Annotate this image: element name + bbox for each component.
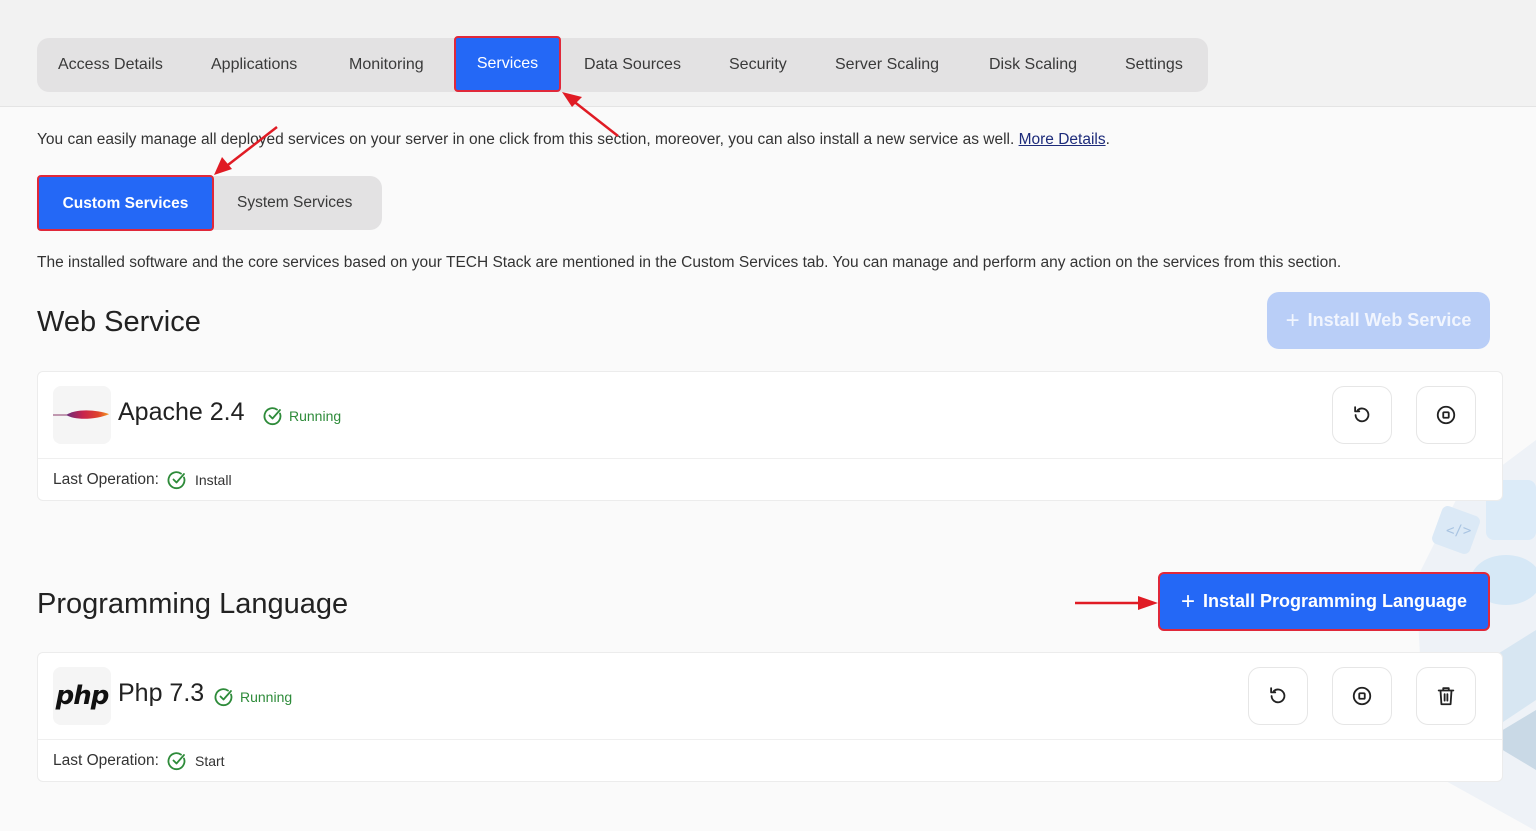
service-name: Apache 2.4 — [118, 398, 245, 426]
tab-security[interactable]: Security — [729, 38, 787, 92]
trash-icon — [1437, 687, 1455, 706]
tab-services[interactable]: Services — [454, 36, 561, 92]
check-circle-icon — [167, 751, 186, 770]
tab-access-details[interactable]: Access Details — [58, 38, 163, 92]
plus-icon: + — [1180, 587, 1195, 615]
stop-circle-icon — [1352, 686, 1372, 706]
tab-server-scaling[interactable]: Server Scaling — [835, 38, 939, 92]
top-bar: Access Details Applications Monitoring S… — [0, 0, 1536, 107]
custom-services-description: The installed software and the core serv… — [37, 254, 1342, 271]
intro-text: You can easily manage all deployed servi… — [37, 131, 1110, 149]
last-operation-row: Last Operation: Start — [38, 740, 1502, 781]
php-logo-text: php — [55, 681, 110, 711]
restart-icon — [1354, 406, 1370, 423]
install-web-service-label: Install Web Service — [1307, 310, 1472, 330]
check-circle-icon — [167, 470, 186, 489]
main-tabs: Access Details Applications Monitoring S… — [37, 36, 1208, 92]
service-status: Running — [263, 406, 341, 426]
more-details-link[interactable]: More Details — [1019, 131, 1106, 148]
tab-custom-services[interactable]: Custom Services — [37, 175, 214, 231]
status-label: Running — [289, 408, 342, 424]
install-programming-language-button[interactable]: + Install Programming Language — [1158, 572, 1490, 631]
tab-disk-scaling[interactable]: Disk Scaling — [989, 38, 1077, 92]
tab-settings[interactable]: Settings — [1125, 38, 1183, 92]
intro-suffix: . — [1105, 131, 1110, 148]
web-service-title: Web Service — [37, 306, 201, 338]
restart-icon — [1270, 687, 1286, 704]
programming-language-title: Programming Language — [37, 588, 349, 620]
restart-button[interactable] — [1248, 667, 1308, 725]
service-type-tabs: Custom Services System Services — [37, 175, 382, 231]
last-operation-value: Start — [194, 752, 225, 769]
arrow-to-install-language — [1075, 596, 1158, 610]
last-operation-label: Last Operation: — [53, 751, 159, 769]
restart-button[interactable] — [1332, 386, 1392, 444]
service-card-php: php Php 7.3 Running Last Operation: Star… — [37, 652, 1503, 782]
last-operation-label: Last Operation: — [53, 470, 159, 488]
last-operation-row: Last Operation: Install — [38, 459, 1502, 500]
tab-monitoring[interactable]: Monitoring — [349, 38, 424, 92]
check-circle-icon — [263, 407, 282, 426]
install-web-service-button[interactable]: + Install Web Service — [1267, 292, 1490, 349]
tab-system-services[interactable]: System Services — [237, 176, 352, 230]
stop-button[interactable] — [1332, 667, 1392, 725]
service-name: Php 7.3 — [118, 679, 205, 707]
intro-text-body: You can easily manage all deployed servi… — [37, 131, 1015, 148]
svg-text:</>: </> — [1446, 523, 1471, 539]
status-label: Running — [240, 689, 293, 705]
stop-button[interactable] — [1416, 386, 1476, 444]
service-card-apache: Apache 2.4 Running Last Operation: Insta… — [37, 371, 1503, 501]
delete-button[interactable] — [1416, 667, 1476, 725]
check-circle-icon — [214, 688, 233, 707]
stop-circle-icon — [1436, 405, 1456, 425]
service-status: Running — [214, 687, 292, 707]
last-operation-value: Install — [194, 471, 232, 488]
tab-data-sources[interactable]: Data Sources — [584, 38, 681, 92]
tab-applications[interactable]: Applications — [211, 38, 297, 92]
apache-feather-icon — [53, 386, 111, 444]
php-logo-icon: php — [53, 667, 111, 725]
install-programming-language-label: Install Programming Language — [1202, 591, 1468, 611]
plus-icon: + — [1285, 306, 1300, 334]
